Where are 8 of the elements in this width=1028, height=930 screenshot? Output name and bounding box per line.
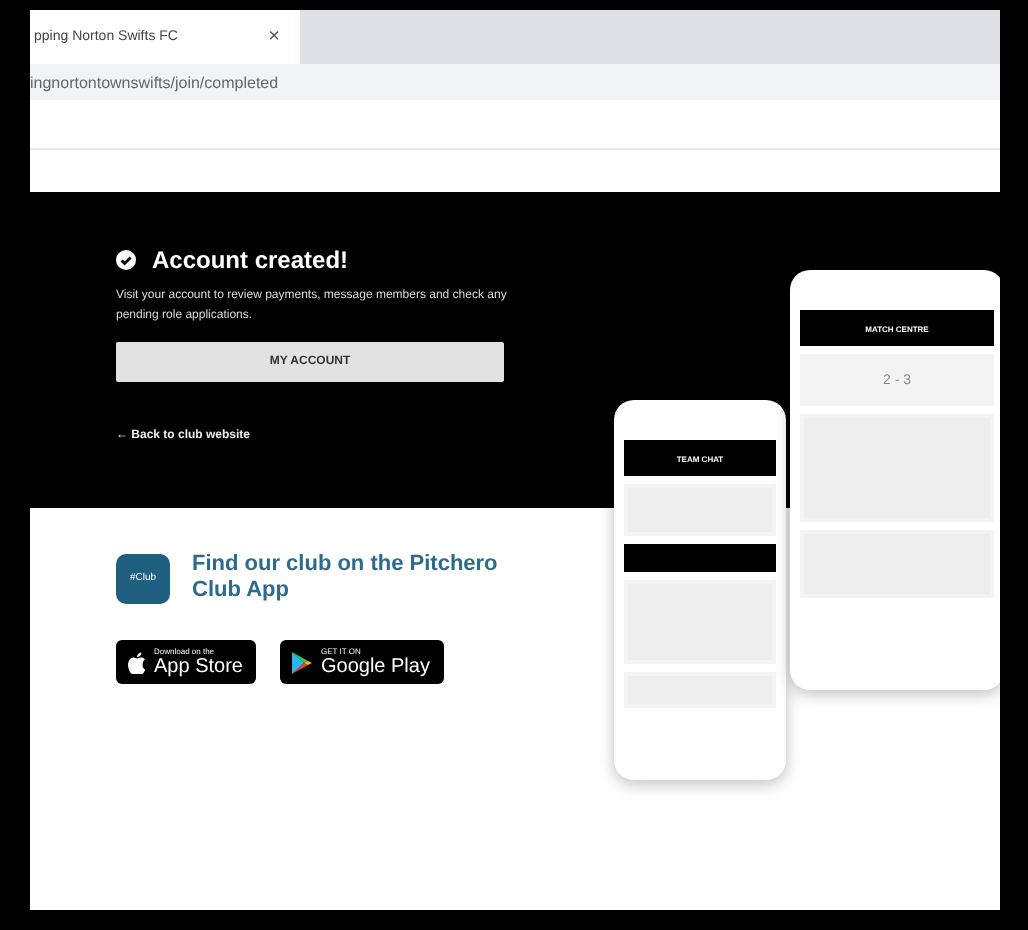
- promo-title: Find our club on the Pitchero Club App: [192, 552, 500, 604]
- url-text: ingnortontownswifts/join/completed: [30, 73, 279, 91]
- success-title: Account created!: [152, 246, 349, 274]
- check-circle-icon: [116, 250, 136, 270]
- play-store-icon: [292, 651, 313, 673]
- tab-close-button[interactable]: ×: [268, 26, 280, 48]
- address-bar[interactable]: ingnortontownswifts/join/completed: [30, 64, 1000, 100]
- apple-logo-icon: [128, 651, 146, 673]
